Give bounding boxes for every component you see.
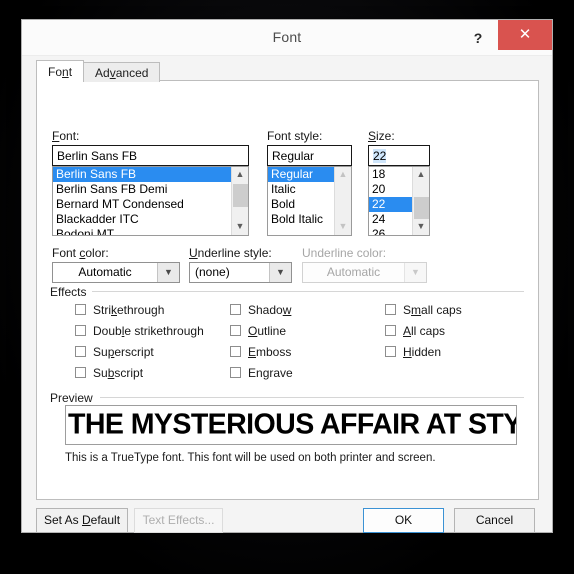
checkbox-box[interactable] xyxy=(75,325,86,336)
size-input[interactable]: 22 xyxy=(368,145,430,166)
checkbox-box[interactable] xyxy=(230,367,241,378)
chevron-down-icon[interactable]: ▼ xyxy=(269,263,291,282)
chevron-down-icon[interactable]: ▼ xyxy=(157,263,179,282)
size-list-items: 18 20 22 24 26 xyxy=(369,167,412,235)
tab-advanced-label: Ad xyxy=(95,66,110,80)
list-item[interactable]: Bold Italic xyxy=(268,212,334,227)
checkbox-box[interactable] xyxy=(230,304,241,315)
list-item[interactable]: Berlin Sans FB xyxy=(53,167,231,182)
scroll-up-icon[interactable]: ▲ xyxy=(413,167,429,183)
font-color-combo[interactable]: Automatic ▼ xyxy=(52,262,180,283)
checkbox-box[interactable] xyxy=(385,304,396,315)
underline-style-value: (none) xyxy=(195,265,230,279)
size-list[interactable]: 18 20 22 24 26 ▲ ▼ xyxy=(368,166,430,236)
underline-color-value: Automatic xyxy=(326,265,381,279)
list-item[interactable]: 24 xyxy=(369,212,412,227)
chevron-down-icon: ▼ xyxy=(404,263,426,282)
font-list-items: Berlin Sans FB Berlin Sans FB Demi Berna… xyxy=(53,167,231,235)
checkbox-all-caps[interactable]: All caps xyxy=(385,324,445,338)
tab-advanced[interactable]: Advanced xyxy=(83,62,161,82)
effects-group-divider xyxy=(92,291,524,292)
font-dialog: Font ? ✕ Font Advanced Font: Berlin Sans … xyxy=(21,19,553,533)
checkbox-box[interactable] xyxy=(230,325,241,336)
list-item[interactable]: 22 xyxy=(369,197,412,212)
font-color-value: Automatic xyxy=(78,265,132,279)
checkbox-engrave[interactable]: Engrave xyxy=(230,366,293,380)
preview-sample-text: THE MYSTERIOUS AFFAIR AT STYLES xyxy=(68,408,517,441)
checkbox-small-caps[interactable]: Small caps xyxy=(385,303,462,317)
close-icon[interactable]: ✕ xyxy=(498,20,552,50)
checkbox-hidden[interactable]: Hidden xyxy=(385,345,441,359)
list-item[interactable]: Regular xyxy=(268,167,334,182)
checkbox-box[interactable] xyxy=(230,346,241,357)
preview-box: THE MYSTERIOUS AFFAIR AT STYLES xyxy=(65,405,517,445)
preview-group-label: Preview xyxy=(50,391,98,405)
list-item[interactable]: 26 xyxy=(369,227,412,235)
checkbox-double-strikethrough[interactable]: Double strikethrough xyxy=(75,324,204,338)
checkbox-box[interactable] xyxy=(75,367,86,378)
preview-note: This is a TrueType font. This font will … xyxy=(65,452,436,464)
tab-font-label: Fo xyxy=(48,65,63,79)
checkbox-shadow[interactable]: Shadow xyxy=(230,303,291,317)
checkbox-strikethrough[interactable]: Strikethrough xyxy=(75,303,164,317)
list-item[interactable]: 18 xyxy=(369,167,412,182)
list-item[interactable]: Bernard MT Condensed xyxy=(53,197,231,212)
list-item[interactable]: 20 xyxy=(369,182,412,197)
list-item[interactable]: Blackadder ITC xyxy=(53,212,231,227)
list-item[interactable]: Bold xyxy=(268,197,334,212)
help-icon[interactable]: ? xyxy=(466,25,490,51)
font-style-label: Font style: xyxy=(267,129,323,143)
scroll-up-icon[interactable]: ▲ xyxy=(232,167,248,183)
underline-color-label: Underline color: xyxy=(302,246,387,260)
checkbox-box[interactable] xyxy=(385,346,396,357)
underline-color-combo: Automatic ▼ xyxy=(302,262,427,283)
checkbox-subscript[interactable]: Subscript xyxy=(75,366,143,380)
font-label: Font: xyxy=(52,129,80,143)
checkbox-superscript[interactable]: Superscript xyxy=(75,345,154,359)
font-style-list-items: Regular Italic Bold Bold Italic xyxy=(268,167,334,235)
checkbox-emboss[interactable]: Emboss xyxy=(230,345,291,359)
ok-button[interactable]: OK xyxy=(363,508,444,533)
preview-group-divider xyxy=(100,397,524,398)
text-effects-button: Text Effects... xyxy=(134,508,223,533)
underline-style-combo[interactable]: (none) ▼ xyxy=(189,262,292,283)
cancel-button[interactable]: Cancel xyxy=(454,508,535,533)
font-style-list[interactable]: Regular Italic Bold Bold Italic ▲ ▼ xyxy=(267,166,352,236)
tab-strip: Font Advanced xyxy=(36,60,161,82)
size-list-scrollbar[interactable]: ▲ ▼ xyxy=(412,167,429,235)
checkbox-outline[interactable]: Outline xyxy=(230,324,286,338)
scroll-down-icon[interactable]: ▼ xyxy=(413,219,429,235)
scroll-down-icon[interactable]: ▼ xyxy=(335,219,351,235)
scroll-up-icon[interactable]: ▲ xyxy=(335,167,351,183)
font-style-input[interactable]: Regular xyxy=(267,145,352,166)
list-item[interactable]: Berlin Sans FB Demi xyxy=(53,182,231,197)
font-name-input[interactable]: Berlin Sans FB xyxy=(52,145,249,166)
scrollbar-thumb[interactable] xyxy=(414,197,429,219)
checkbox-box[interactable] xyxy=(385,325,396,336)
tab-font[interactable]: Font xyxy=(36,60,85,82)
size-label: Size: xyxy=(368,129,395,143)
list-item[interactable]: Bodoni MT xyxy=(53,227,231,235)
font-style-scrollbar[interactable]: ▲ ▼ xyxy=(334,167,351,235)
font-list[interactable]: Berlin Sans FB Berlin Sans FB Demi Berna… xyxy=(52,166,249,236)
checkbox-box[interactable] xyxy=(75,304,86,315)
title-bar: Font ? ✕ xyxy=(22,20,552,56)
effects-group-label: Effects xyxy=(50,285,92,299)
font-tab-panel: Font: Berlin Sans FB Berlin Sans FB Berl… xyxy=(36,80,539,500)
font-color-label: Font color: xyxy=(52,246,109,260)
list-item[interactable]: Italic xyxy=(268,182,334,197)
set-as-default-button[interactable]: Set As Default xyxy=(36,508,128,533)
scroll-down-icon[interactable]: ▼ xyxy=(232,219,248,235)
scrollbar-thumb[interactable] xyxy=(233,184,248,207)
size-input-value: 22 xyxy=(373,149,387,163)
font-list-scrollbar[interactable]: ▲ ▼ xyxy=(231,167,248,235)
underline-style-label: Underline style: xyxy=(189,246,272,260)
checkbox-box[interactable] xyxy=(75,346,86,357)
